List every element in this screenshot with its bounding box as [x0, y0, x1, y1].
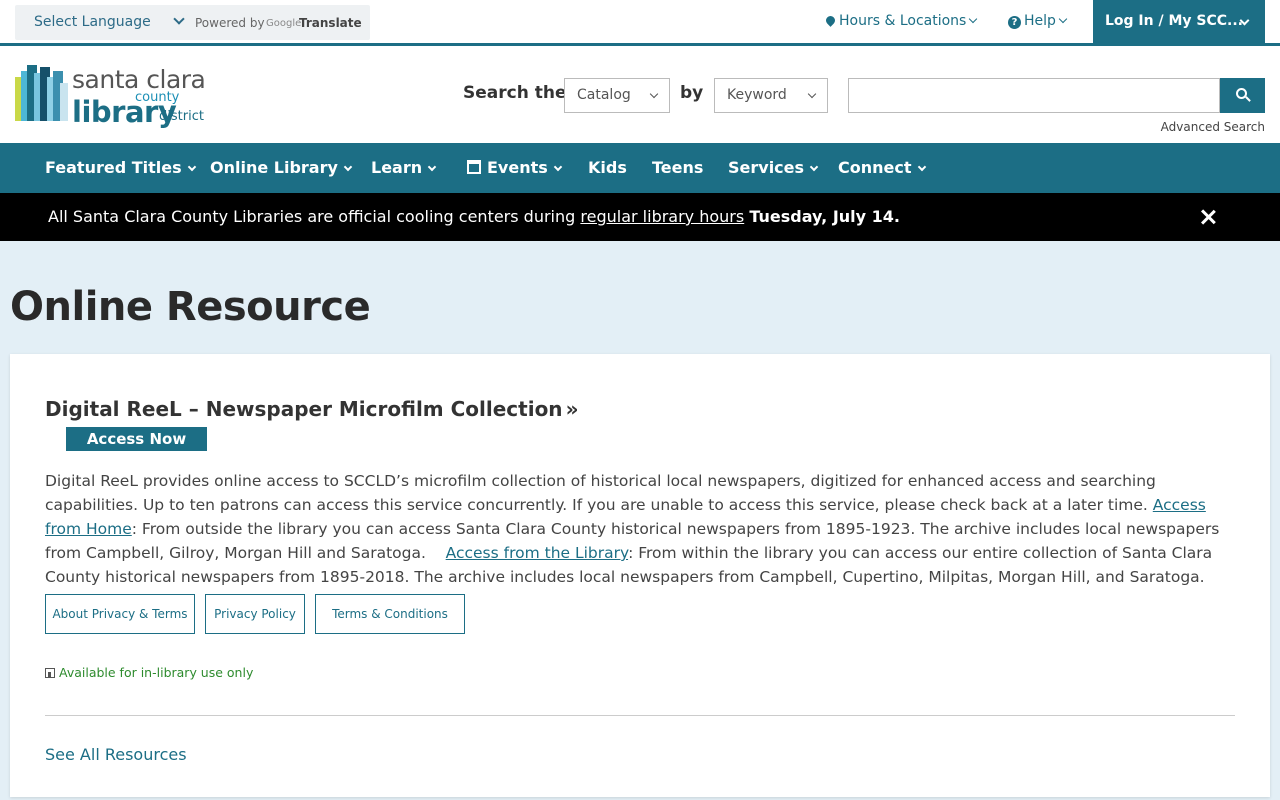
privacy-policy-button[interactable]: Privacy Policy: [205, 594, 305, 634]
chevron-down-icon: [187, 162, 196, 172]
nav-label: Featured Titles: [45, 158, 182, 177]
resource-title: Digital ReeL – Newspaper Microfilm Colle…: [45, 397, 563, 421]
chevron-down-icon: [343, 162, 353, 172]
nav-label: Learn: [371, 158, 423, 177]
chevron-down-icon: [809, 162, 819, 172]
double-chevron-right-icon: »: [565, 397, 579, 421]
building-icon: [45, 668, 55, 678]
chevron-down-icon: [807, 89, 817, 99]
language-select-label[interactable]: Select Language: [34, 14, 151, 30]
terms-conditions-button[interactable]: Terms & Conditions: [315, 594, 465, 634]
see-all-resources-link[interactable]: See All Resources: [45, 745, 187, 764]
chevron-down-icon: [173, 13, 185, 25]
map-marker-icon: [824, 14, 837, 27]
chevron-down-icon: [1058, 14, 1068, 24]
nav-label: Teens: [652, 158, 704, 177]
search-scope-select[interactable]: Catalog: [564, 78, 670, 113]
resource-description: Digital ReeL provides online access to S…: [45, 469, 1240, 589]
help-label: Help: [1024, 13, 1056, 29]
search-input[interactable]: [848, 78, 1220, 113]
advanced-search-link[interactable]: Advanced Search: [1161, 120, 1265, 134]
nav-label: Online Library: [210, 158, 338, 177]
alert-date: Tuesday, July 14.: [749, 207, 900, 226]
close-icon[interactable]: [1198, 207, 1218, 227]
login-label: Log In / My SCC...: [1105, 13, 1243, 29]
chevron-down-icon: [649, 89, 659, 99]
logo-bars-icon: [15, 65, 68, 121]
chevron-down-icon: [553, 162, 563, 172]
library-hours-link[interactable]: regular library hours: [580, 207, 744, 226]
search-button[interactable]: [1220, 78, 1265, 113]
search-icon-handle: [1245, 96, 1251, 102]
nav-label: Kids: [588, 158, 627, 177]
powered-by-label: Powered by: [195, 16, 265, 30]
login-button[interactable]: Log In / My SCC...: [1093, 0, 1265, 46]
nav-item-kids[interactable]: Kids: [588, 158, 627, 177]
divider: [45, 715, 1235, 716]
utility-bar: Select Language Powered by Google Transl…: [0, 0, 1280, 46]
site-header: santa clara county library district Sear…: [0, 46, 1280, 143]
nav-label: Services: [728, 158, 805, 177]
nav-item-learn[interactable]: Learn: [371, 158, 437, 177]
search-type-select[interactable]: Keyword: [714, 78, 828, 113]
alert-message: All Santa Clara County Libraries are off…: [48, 207, 900, 226]
chevron-down-icon: [427, 162, 437, 172]
about-privacy-terms-button[interactable]: About Privacy & Terms: [45, 594, 195, 634]
language-selector[interactable]: Select Language Powered by Google Transl…: [15, 5, 370, 40]
search-the-label: Search the: [463, 83, 567, 103]
main-nav: Featured Titles Online Library Learn Eve…: [0, 143, 1280, 193]
alert-banner: All Santa Clara County Libraries are off…: [0, 193, 1280, 241]
search-type-value: Keyword: [727, 87, 787, 103]
logo-text-district: district: [159, 109, 204, 124]
google-logo: Google: [266, 18, 302, 29]
nav-label: Connect: [838, 158, 912, 177]
alert-text: All Santa Clara County Libraries are off…: [48, 207, 581, 226]
nav-item-teens[interactable]: Teens: [652, 158, 703, 177]
nav-item-connect[interactable]: Connect: [838, 158, 926, 177]
availability-note: Available for in-library use only: [45, 665, 253, 680]
nav-item-services[interactable]: Services: [728, 158, 819, 177]
library-logo[interactable]: santa clara county library district: [15, 63, 210, 129]
hours-locations-label: Hours & Locations: [839, 13, 967, 29]
nav-item-online-library[interactable]: Online Library: [210, 158, 353, 177]
access-now-button[interactable]: Access Now: [66, 427, 207, 451]
nav-label: Events: [487, 158, 548, 177]
access-from-library-link[interactable]: Access from the Library: [446, 544, 628, 562]
question-circle-icon: ?: [1008, 16, 1021, 29]
availability-text: Available for in-library use only: [59, 665, 254, 680]
description-text: Digital ReeL provides online access to S…: [45, 472, 1156, 514]
translate-label: Translate: [299, 16, 362, 30]
chevron-down-icon: [969, 14, 978, 24]
resource-card: Digital ReeL – Newspaper Microfilm Colle…: [10, 354, 1270, 797]
by-label: by: [680, 83, 704, 103]
page-title: Online Resource: [10, 284, 371, 330]
chevron-down-icon: [917, 162, 926, 172]
hours-locations-link[interactable]: Hours & Locations: [824, 13, 978, 29]
calendar-icon: [467, 160, 481, 174]
resource-title-link[interactable]: Digital ReeL – Newspaper Microfilm Colle…: [45, 397, 578, 421]
nav-item-featured-titles[interactable]: Featured Titles: [45, 158, 196, 177]
search-scope-value: Catalog: [577, 87, 631, 103]
help-link[interactable]: ? Help: [1008, 13, 1068, 29]
nav-item-events[interactable]: Events: [467, 158, 563, 177]
